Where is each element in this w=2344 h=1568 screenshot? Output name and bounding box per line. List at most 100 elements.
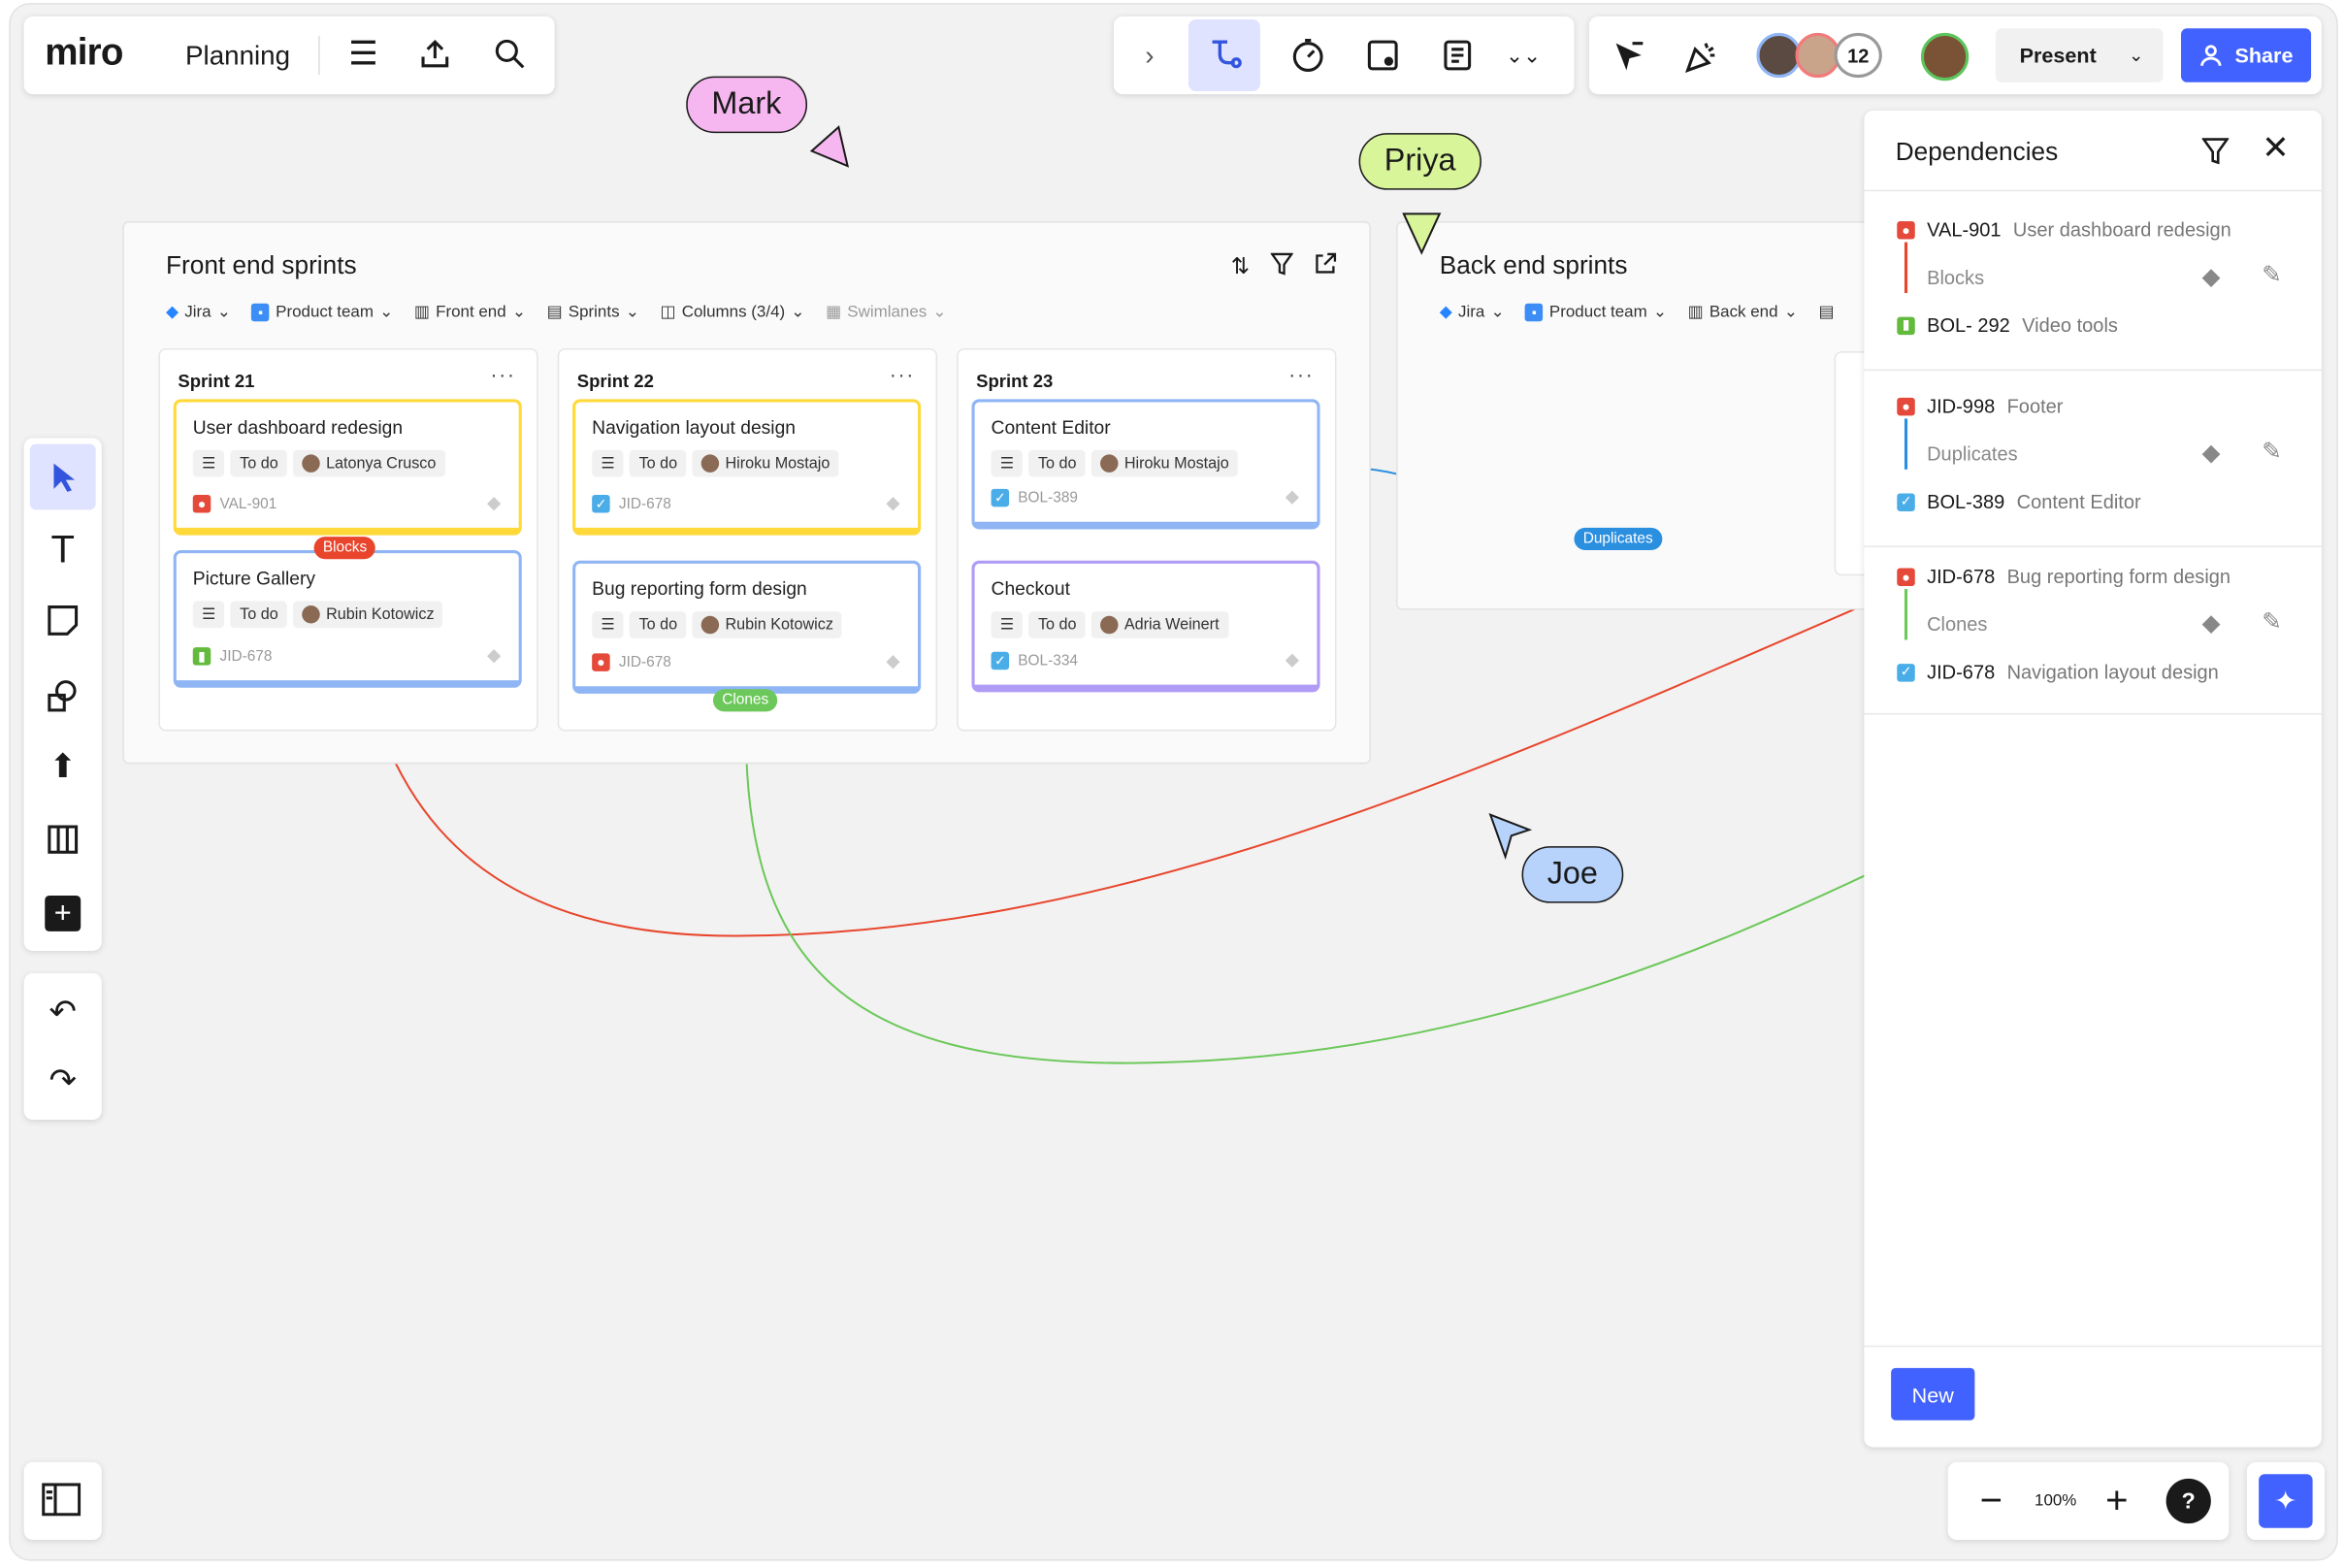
timer-icon[interactable]	[1281, 28, 1334, 82]
more-collaborators-count[interactable]: 12	[1834, 32, 1882, 79]
status-chip[interactable]: To do	[630, 611, 687, 638]
assignee-chip[interactable]: Hiroku Mostajo	[1091, 449, 1238, 477]
cursor-flag-icon[interactable]	[1610, 38, 1648, 77]
cursor-label-priya: Priya	[1358, 133, 1481, 190]
frame-filter-bar: ◆ Jira ⌄ ▪ Product team ⌄ ▥ Front end ⌄ ▤ Sp…	[166, 302, 947, 321]
ai-assist-button[interactable]: ✦	[2246, 1461, 2325, 1541]
menu-icon[interactable]: ☰	[343, 34, 382, 73]
panel-toggle[interactable]	[23, 1461, 102, 1541]
more-chevron-icon[interactable]: ⌄⌄	[1506, 28, 1542, 82]
jira-card[interactable]: Picture Gallery ☰ To do Rubin Kotowicz ▮ J…	[173, 550, 522, 688]
jira-card[interactable]: Content Editor ☰ To do Hiroku Mostajo ✓ BO…	[971, 399, 1320, 530]
search-icon[interactable]	[490, 34, 529, 73]
issue-key: VAL-901	[219, 495, 277, 512]
status-chip[interactable]: To do	[630, 449, 687, 477]
jira-card[interactable]: User dashboard redesign ☰ To do Latonya C…	[173, 399, 522, 536]
cursor-pointer-icon	[1402, 212, 1442, 255]
zoom-out-icon[interactable]: −	[1971, 1477, 2010, 1521]
jira-cards-icon[interactable]: ⬆	[30, 735, 96, 800]
text-tool-icon[interactable]: T	[30, 516, 96, 582]
upload-icon[interactable]	[415, 34, 454, 73]
assignee-chip[interactable]: Rubin Kotowicz	[692, 611, 843, 638]
chevron-right-icon[interactable]: ›	[1131, 28, 1167, 82]
open-external-icon[interactable]	[1314, 252, 1337, 275]
connector-icon[interactable]	[1188, 19, 1260, 91]
filter-columns[interactable]: ◫ Columns (3/4) ⌄	[661, 302, 805, 321]
blocks-badge[interactable]: Blocks	[313, 537, 376, 560]
more-options-icon[interactable]: ···	[490, 362, 515, 386]
frame-back-end-sprints[interactable]: Back end sprints ◆ Jira ⌄ ▪ Product team ⌄…	[1396, 221, 1895, 610]
filter-icon[interactable]	[1270, 252, 1293, 276]
chevron-down-icon[interactable]: ⌄	[2118, 38, 2154, 74]
jira-card[interactable]: Bug reporting form design ☰ To do Rubin K…	[572, 560, 922, 694]
status-chip[interactable]: To do	[1028, 449, 1086, 477]
cursor-pointer-icon	[1488, 813, 1533, 861]
team-icon: ▪	[1525, 303, 1544, 321]
status-chip[interactable]: To do	[1028, 611, 1086, 638]
filter-back-end[interactable]: ▥ Back end ⌄	[1688, 302, 1798, 321]
undo-icon[interactable]: ↶	[30, 979, 96, 1045]
assignee-chip[interactable]: Rubin Kotowicz	[293, 601, 443, 629]
help-button[interactable]: ?	[2165, 1478, 2211, 1524]
more-options-icon[interactable]: ···	[890, 362, 915, 386]
user-icon	[2200, 45, 2222, 66]
jira-card[interactable]: Navigation layout design ☰ To do Hiroku M…	[572, 399, 922, 536]
filter-front-end[interactable]: ▥ Front end ⌄	[414, 302, 526, 321]
board-icon: ▥	[1687, 303, 1704, 322]
edit-pencil-icon[interactable]: ✎	[2262, 437, 2282, 467]
relation-label: Duplicates	[1927, 442, 2018, 466]
miro-logo[interactable]: miro	[45, 31, 123, 75]
description-icon: ☰	[192, 601, 225, 629]
edit-pencil-icon[interactable]: ✎	[2262, 607, 2282, 637]
panel-title: Dependencies	[1895, 137, 2059, 167]
filter-swimlanes[interactable]: ▦ Swimlanes ⌄	[826, 302, 947, 321]
filter-sprints[interactable]: ▤	[1818, 302, 1834, 321]
celebrate-icon[interactable]	[1681, 38, 1720, 77]
description-icon: ☰	[592, 449, 625, 477]
add-icon[interactable]: +	[45, 895, 81, 931]
frames-icon[interactable]	[30, 805, 96, 871]
select-tool-icon[interactable]	[29, 443, 96, 510]
shapes-icon[interactable]	[30, 663, 96, 729]
status-chip[interactable]: To do	[230, 601, 288, 629]
filter-icon[interactable]	[2201, 138, 2230, 165]
zoom-in-icon[interactable]: +	[2098, 1477, 2136, 1521]
zoom-controls: − 100% + ?	[1947, 1461, 2230, 1541]
board-title[interactable]: Planning	[185, 41, 290, 72]
sort-icon[interactable]: ⇅	[1231, 252, 1250, 279]
dependency-item[interactable]: ● JID-998 Footer Duplicates ◆ ✎ ✓ BOL-389 Co…	[1864, 371, 2322, 547]
zoom-level[interactable]: 100%	[2035, 1492, 2076, 1510]
duplicates-badge[interactable]: Duplicates	[1574, 527, 1662, 551]
present-button[interactable]: Present	[2020, 44, 2097, 68]
cursor-label-mark: Mark	[686, 76, 807, 134]
filter-sprints[interactable]: ▤ Sprints ⌄	[547, 302, 639, 321]
jira-icon[interactable]: ◆	[2202, 262, 2221, 292]
avatar[interactable]	[1920, 32, 1970, 82]
board-canvas[interactable]: miro Planning ☰ › ⌄⌄ 12 Present ⌄ Share …	[9, 3, 2338, 1561]
filter-product-team[interactable]: ▪ Product team ⌄	[1525, 302, 1667, 321]
redo-icon[interactable]: ↷	[30, 1048, 96, 1114]
status-chip[interactable]: To do	[230, 449, 288, 477]
more-options-icon[interactable]: ···	[1288, 362, 1314, 386]
document-icon[interactable]	[1431, 28, 1484, 82]
assignee-chip[interactable]: Hiroku Mostajo	[692, 449, 839, 477]
jira-icon[interactable]: ◆	[2202, 608, 2221, 638]
share-button[interactable]: Share	[2181, 28, 2312, 82]
filter-product-team[interactable]: ▪ Product team ⌄	[251, 302, 393, 321]
new-dependency-button[interactable]: New	[1891, 1367, 1975, 1421]
assignee-chip[interactable]: Adria Weinert	[1091, 611, 1228, 638]
dependency-item[interactable]: ● JID-678 Bug reporting form design Clones…	[1864, 541, 2322, 715]
jira-card[interactable]: Checkout ☰ To do Adria Weinert ✓ BOL-334 ◆	[971, 560, 1320, 693]
assignee-chip[interactable]: Latonya Crusco	[293, 449, 445, 477]
jira-icon[interactable]: ◆	[2202, 438, 2221, 468]
sticky-note-icon[interactable]	[30, 588, 96, 654]
issue-key: JID-678	[219, 647, 273, 665]
filter-jira[interactable]: ◆ Jira ⌄	[166, 302, 231, 321]
swimlanes-icon: ▦	[826, 303, 842, 322]
dependency-item[interactable]: ● VAL-901 User dashboard redesign Blocks ◆…	[1864, 194, 2322, 372]
edit-pencil-icon[interactable]: ✎	[2262, 260, 2282, 290]
close-icon[interactable]: ✕	[2262, 129, 2289, 168]
clones-badge[interactable]: Clones	[712, 689, 778, 712]
filter-jira[interactable]: ◆ Jira ⌄	[1440, 302, 1505, 321]
card-icon[interactable]	[1356, 28, 1410, 82]
